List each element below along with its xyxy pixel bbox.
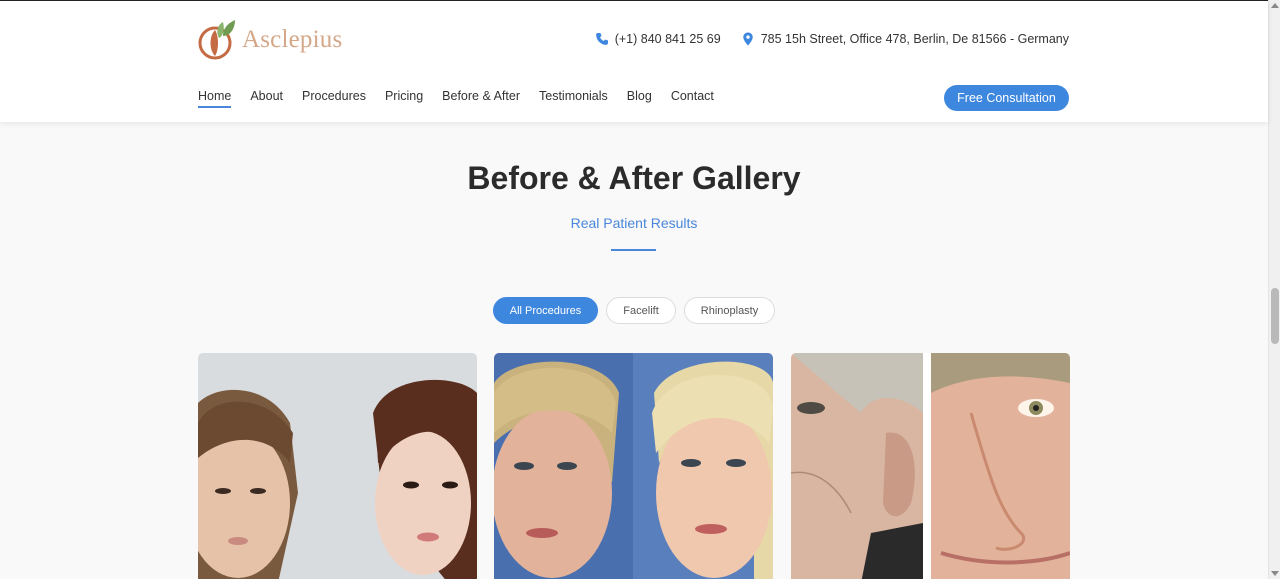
main-nav: Home About Procedures Pricing Before & A…	[198, 89, 733, 108]
gallery-title: Before & After Gallery	[467, 160, 801, 196]
gallery-subtitle: Real Patient Results	[570, 215, 698, 231]
page-scrollbar[interactable]	[1268, 0, 1280, 579]
gallery-card-1[interactable]	[198, 353, 477, 579]
nav-blog[interactable]: Blog	[627, 89, 652, 108]
address-text: 785 15h Street, Office 478, Berlin, De 8…	[760, 32, 1069, 46]
scroll-up-icon[interactable]	[1271, 3, 1279, 8]
address-contact: 785 15h Street, Office 478, Berlin, De 8…	[741, 32, 1069, 46]
free-consultation-button[interactable]: Free Consultation	[944, 85, 1069, 111]
nav-home[interactable]: Home	[198, 89, 232, 108]
scroll-thumb[interactable]	[1271, 288, 1279, 344]
gallery-card-3[interactable]	[791, 353, 1070, 579]
filter-rhinoplasty[interactable]: Rhinoplasty	[683, 297, 776, 324]
gallery-filters: All Procedures Facelift Rhinoplasty	[0, 297, 1268, 324]
filter-all-procedures[interactable]: All Procedures	[492, 297, 599, 324]
header-contact: (+1) 840 841 25 69 785 15h Street, Offic…	[595, 32, 1069, 46]
title-divider	[611, 249, 656, 251]
leaf-logo-icon	[198, 20, 235, 60]
nav-procedures[interactable]: Procedures	[302, 89, 366, 108]
brand-name: Asclepius	[242, 26, 343, 53]
gallery-card-2[interactable]	[494, 353, 773, 579]
phone-number: (+1) 840 841 25 69	[614, 32, 721, 46]
site-header: Asclepius (+1) 840 841 25 69 785 15h Str…	[0, 0, 1268, 122]
before-after-photo-1	[198, 353, 477, 579]
nav-before-after[interactable]: Before & After	[442, 89, 520, 108]
scroll-down-icon[interactable]	[1271, 571, 1279, 576]
phone-icon	[595, 33, 608, 45]
before-after-photo-2	[494, 353, 773, 579]
site-logo[interactable]: Asclepius	[197, 17, 342, 63]
filter-facelift[interactable]: Facelift	[606, 297, 676, 324]
nav-contact[interactable]: Contact	[671, 89, 714, 108]
nav-about[interactable]: About	[250, 89, 283, 108]
map-pin-icon	[743, 32, 753, 46]
nav-pricing[interactable]: Pricing	[385, 89, 423, 108]
nav-testimonials[interactable]: Testimonials	[539, 89, 608, 108]
phone-contact[interactable]: (+1) 840 841 25 69	[595, 32, 721, 46]
before-after-photo-3	[791, 353, 1070, 579]
